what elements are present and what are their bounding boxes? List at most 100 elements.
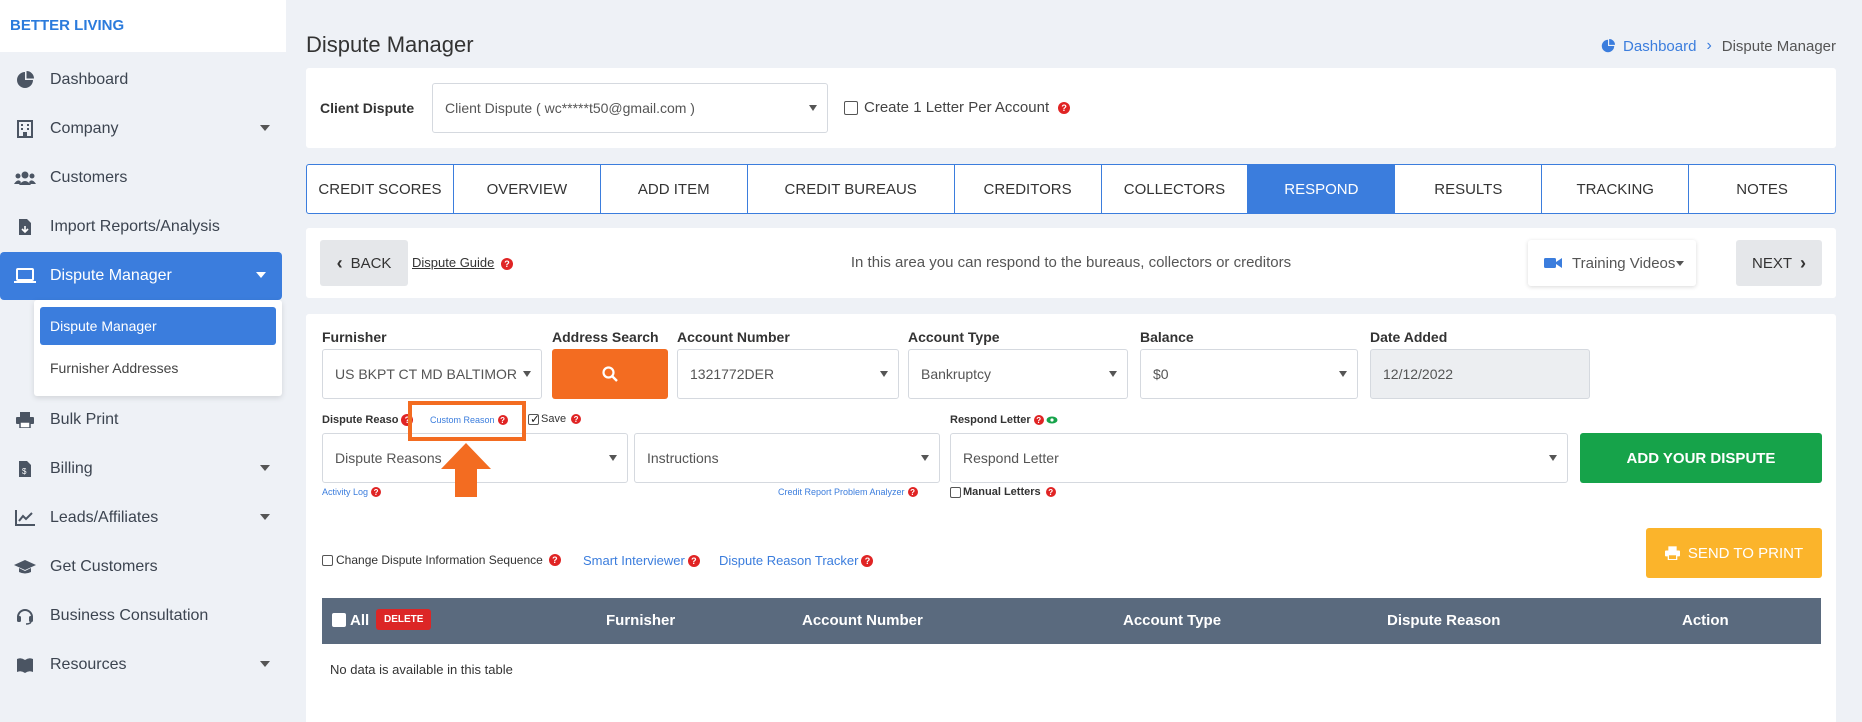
address-search-button[interactable]: [552, 349, 668, 399]
add-your-dispute-button[interactable]: ADD YOUR DISPUTE: [1580, 433, 1822, 483]
help-icon[interactable]: ?: [687, 554, 700, 567]
pie-chart-icon: [1601, 39, 1616, 53]
sidebar-item-label: Billing: [50, 460, 93, 477]
create-letter-checkbox[interactable]: [844, 100, 858, 115]
furnisher-label: Furnisher: [322, 329, 387, 345]
breadcrumb-home-label: Dashboard: [1623, 37, 1697, 55]
sidebar-item-label: Import Reports/Analysis: [50, 218, 220, 235]
chart-line-icon: [14, 507, 36, 529]
tab-credit-scores[interactable]: CREDIT SCORES: [307, 165, 454, 213]
tab-overview[interactable]: OVERVIEW: [454, 165, 601, 213]
manual-letters-label: Manual Letters: [963, 486, 1041, 498]
smart-interviewer: Smart Interviewer ?: [583, 553, 700, 568]
tab-results[interactable]: RESULTS: [1395, 165, 1543, 213]
sidebar-item-dispute-manager[interactable]: Dispute Manager: [0, 252, 282, 300]
dispute-tabs: CREDIT SCORES OVERVIEW ADD ITEM CREDIT B…: [306, 164, 1836, 214]
instructions-select[interactable]: Instructions: [634, 433, 940, 483]
custom-reason-highlight: [408, 401, 526, 441]
sidebar-item-resources[interactable]: Resources: [0, 641, 286, 689]
balance-select[interactable]: $0: [1140, 349, 1358, 399]
change-sequence-option: Change Dispute Information Sequence ?: [322, 553, 561, 567]
respond-letter-label: Respond Letter: [950, 414, 1031, 426]
save-checkbox[interactable]: [528, 412, 540, 426]
sidebar-item-label: Bulk Print: [50, 411, 119, 428]
tab-tracking[interactable]: TRACKING: [1542, 165, 1690, 213]
column-account-number[interactable]: Account Number: [802, 612, 923, 629]
tab-creditors[interactable]: CREDITORS: [955, 165, 1102, 213]
sidebar-item-dashboard[interactable]: Dashboard: [0, 56, 286, 104]
chevron-right-icon: ›: [1800, 252, 1806, 273]
chevron-down-icon: [1549, 455, 1557, 461]
sidebar-item-billing[interactable]: $ Billing: [0, 445, 286, 493]
change-sequence-checkbox[interactable]: [322, 554, 333, 566]
balance-value: $0: [1153, 366, 1169, 382]
account-type-select[interactable]: Bankruptcy: [908, 349, 1128, 399]
dispute-manager-submenu: Dispute Manager Furnisher Addresses: [34, 300, 282, 396]
select-all-checkbox[interactable]: [332, 613, 346, 627]
printer-icon: [14, 409, 36, 431]
help-icon[interactable]: ?: [548, 554, 561, 566]
sidebar-item-get-customers[interactable]: Get Customers: [0, 543, 286, 591]
problem-analyzer-link[interactable]: Credit Report Problem Analyzer: [778, 487, 905, 497]
tab-credit-bureaus[interactable]: CREDIT BUREAUS: [748, 165, 955, 213]
sidebar-item-company[interactable]: Company: [0, 105, 286, 153]
tab-add-item[interactable]: ADD ITEM: [601, 165, 748, 213]
address-search-label: Address Search: [552, 329, 659, 345]
tab-respond[interactable]: RESPOND: [1248, 165, 1396, 213]
headset-icon: [14, 605, 36, 627]
brand-logo[interactable]: BETTER LIVING: [0, 0, 286, 52]
sidebar-item-business-consultation[interactable]: Business Consultation: [0, 592, 286, 640]
page-title: Dispute Manager: [306, 32, 474, 57]
help-icon[interactable]: ?: [861, 554, 874, 567]
account-number-select[interactable]: 1321772DER: [677, 349, 899, 399]
training-videos-label: Training Videos: [1572, 254, 1676, 272]
sidebar-item-customers[interactable]: Customers: [0, 154, 286, 202]
sidebar-item-bulk-print[interactable]: Bulk Print: [0, 396, 286, 444]
submenu-item-furnisher-addresses[interactable]: Furnisher Addresses: [40, 349, 276, 387]
next-button[interactable]: NEXT ›: [1736, 240, 1822, 286]
training-videos-dropdown[interactable]: Training Videos: [1528, 240, 1696, 286]
create-letter-label: Create 1 Letter Per Account: [864, 99, 1050, 116]
help-icon[interactable]: ?: [371, 487, 382, 497]
sidebar: BETTER LIVING Dashboard Company Customer…: [0, 0, 286, 722]
manual-letters-checkbox[interactable]: [950, 486, 961, 498]
client-dispute-value: Client Dispute ( wc*****t50@gmail.com ): [445, 100, 695, 116]
client-dispute-select[interactable]: Client Dispute ( wc*****t50@gmail.com ): [432, 83, 828, 133]
tab-notes[interactable]: NOTES: [1689, 165, 1835, 213]
sidebar-item-import-reports[interactable]: Import Reports/Analysis: [0, 203, 286, 251]
help-icon[interactable]: ?: [907, 487, 918, 497]
breadcrumb-current: Dispute Manager: [1721, 37, 1836, 55]
send-to-print-button[interactable]: SEND TO PRINT: [1646, 528, 1822, 578]
sidebar-item-label: Dashboard: [50, 71, 129, 88]
column-furnisher[interactable]: Furnisher: [606, 612, 675, 629]
save-label: Save: [541, 413, 567, 425]
dispute-reason-tracker-link[interactable]: Dispute Reason Tracker: [719, 553, 858, 568]
breadcrumb: Dashboard › Dispute Manager: [1601, 37, 1836, 55]
chevron-down-icon: [609, 455, 617, 461]
help-icon[interactable]: ?: [1045, 487, 1056, 497]
chevron-down-icon: [880, 371, 888, 377]
column-dispute-reason[interactable]: Dispute Reason: [1387, 612, 1500, 629]
date-added-field: 12/12/2022: [1370, 349, 1590, 399]
tab-collectors[interactable]: COLLECTORS: [1102, 165, 1249, 213]
pie-chart-icon: [14, 69, 36, 91]
column-account-type[interactable]: Account Type: [1123, 612, 1221, 629]
laptop-icon: [14, 265, 36, 287]
delete-button[interactable]: DELETE: [376, 609, 432, 630]
breadcrumb-home-link[interactable]: Dashboard: [1601, 38, 1696, 55]
smart-interviewer-link[interactable]: Smart Interviewer: [583, 553, 685, 568]
furnisher-value: US BKPT CT MD BALTIMOR: [335, 366, 518, 382]
account-type-value: Bankruptcy: [921, 366, 992, 382]
submenu-item-dispute-manager[interactable]: Dispute Manager: [40, 307, 276, 345]
graduation-cap-icon: [14, 556, 36, 578]
balance-label: Balance: [1140, 329, 1194, 345]
help-icon[interactable]: ?: [571, 414, 582, 424]
respond-letter-select[interactable]: Respond Letter: [950, 433, 1568, 483]
sidebar-item-leads-affiliates[interactable]: Leads/Affiliates: [0, 494, 286, 542]
furnisher-select[interactable]: US BKPT CT MD BALTIMOR: [322, 349, 542, 399]
help-icon[interactable]: ?: [1058, 101, 1071, 114]
sidebar-item-label: Business Consultation: [50, 607, 209, 624]
help-icon[interactable]: ?: [1033, 415, 1044, 425]
activity-log-link[interactable]: Activity Log: [322, 487, 368, 497]
eye-icon[interactable]: [1046, 416, 1058, 424]
